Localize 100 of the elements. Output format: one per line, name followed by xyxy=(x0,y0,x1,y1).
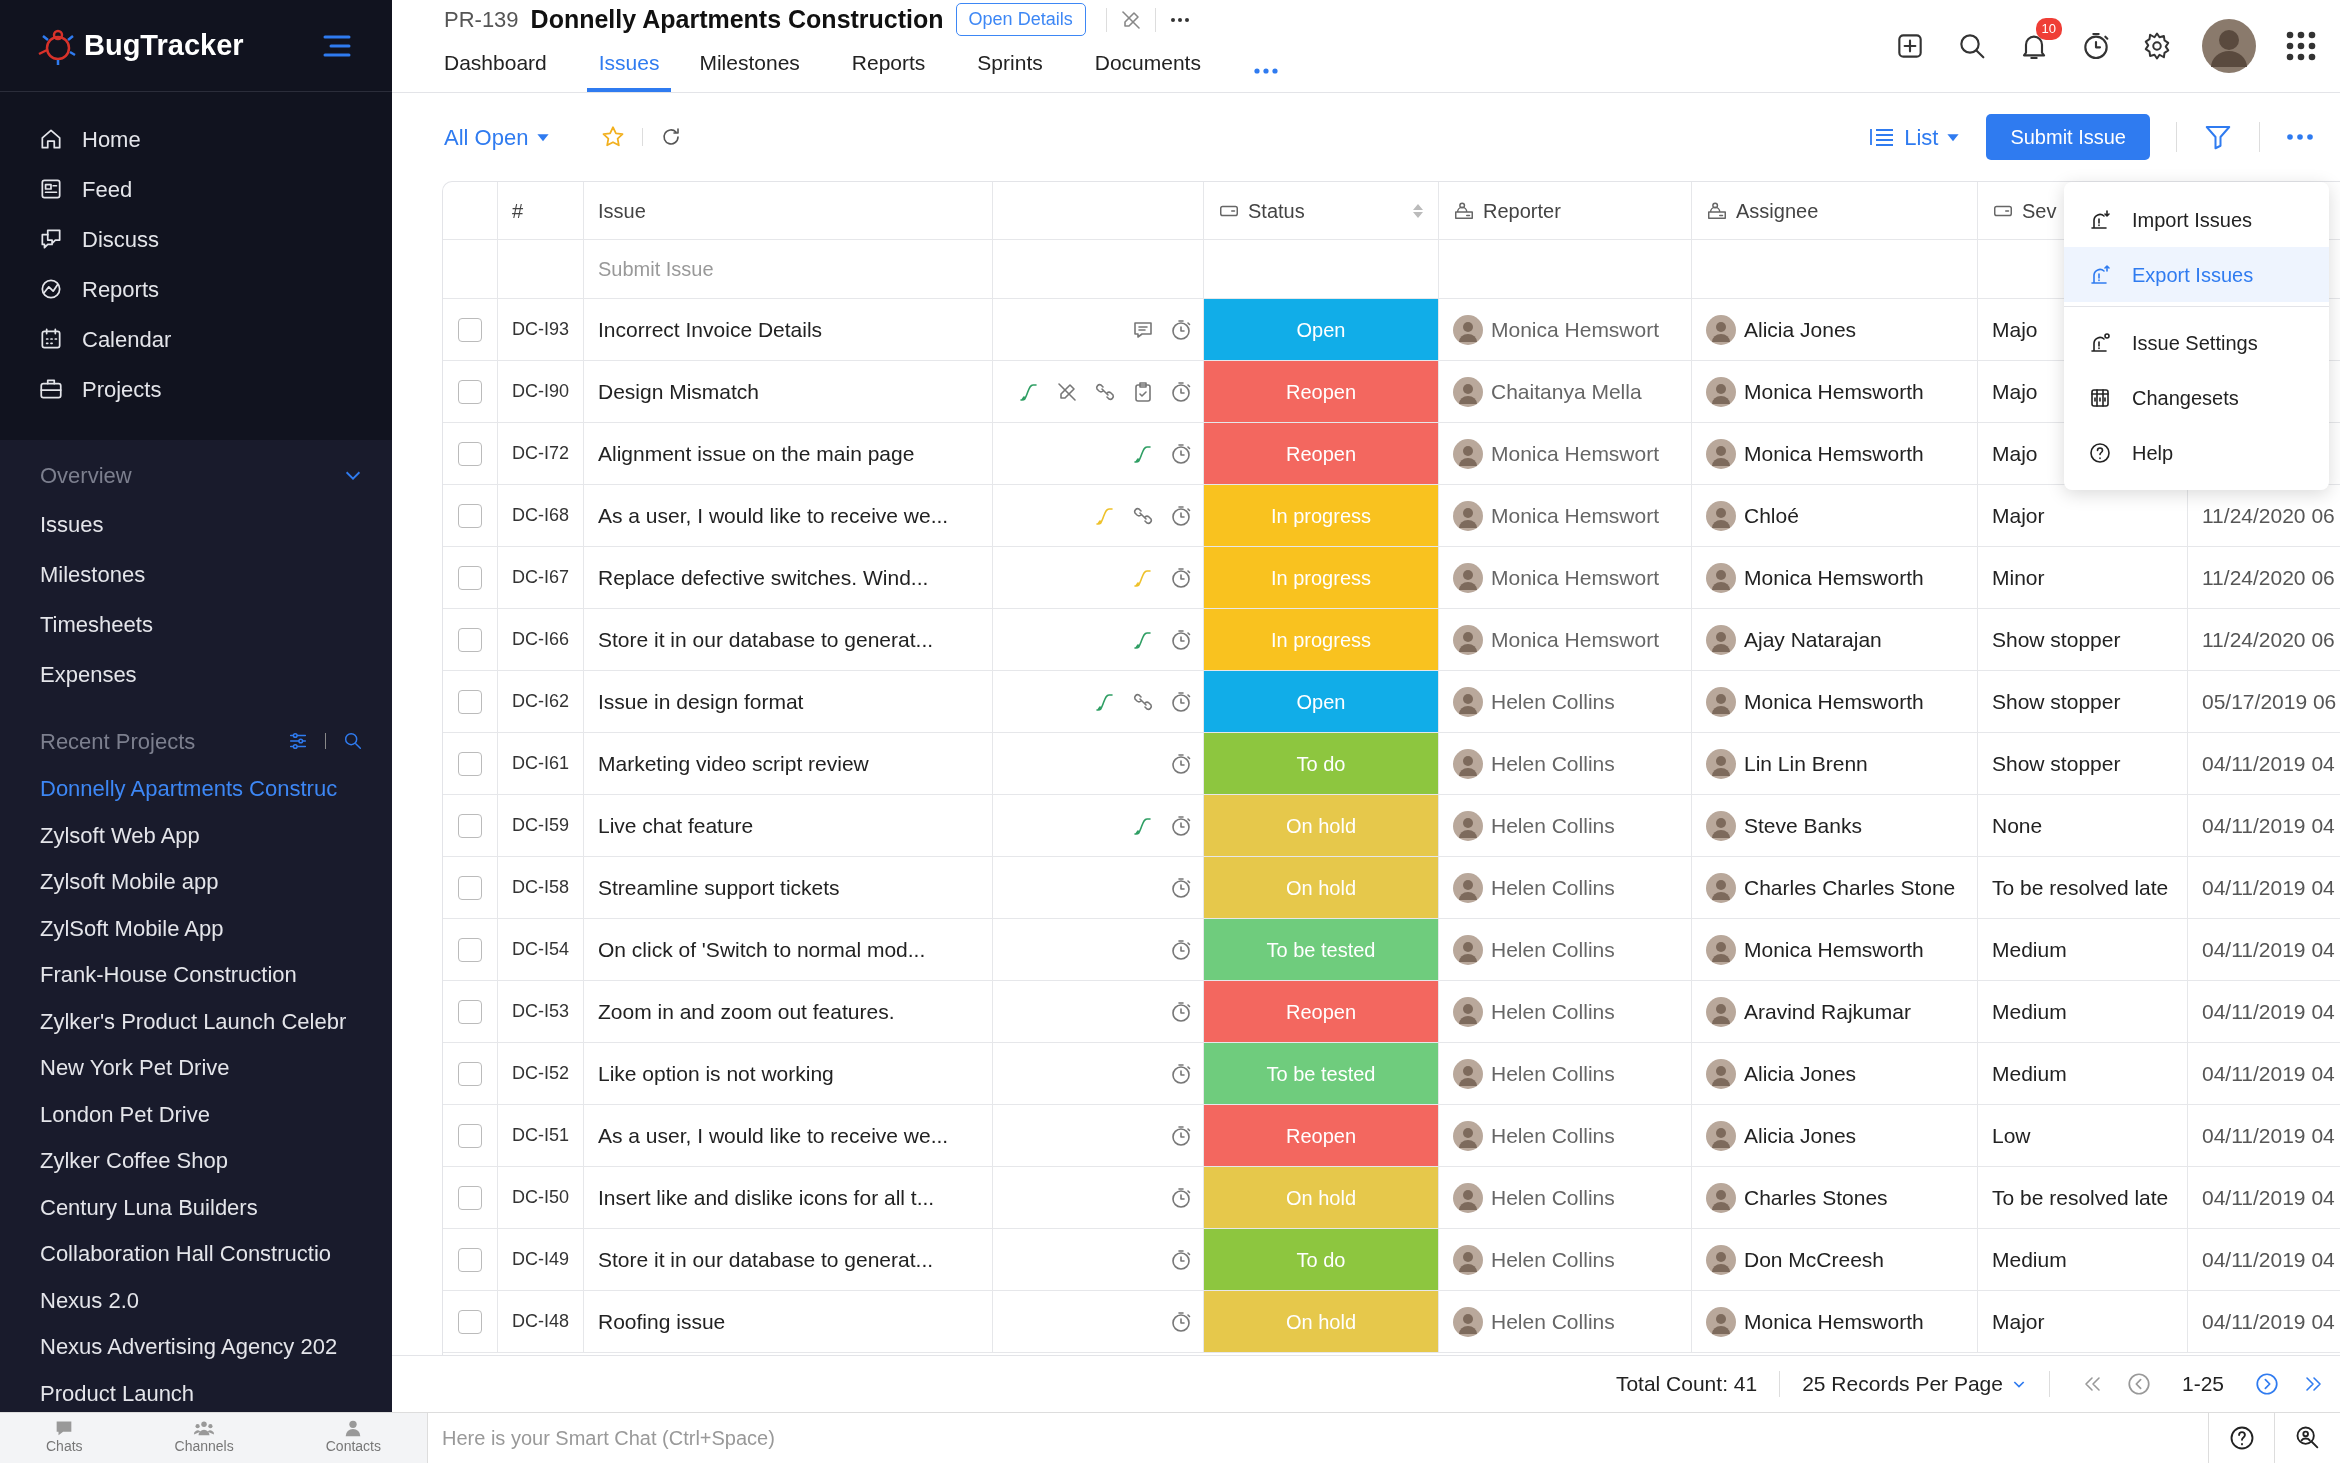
checkbox[interactable] xyxy=(458,627,482,652)
checkbox[interactable] xyxy=(458,503,482,528)
settings-icon[interactable] xyxy=(2142,31,2172,61)
checkbox[interactable] xyxy=(458,1247,482,1272)
date-text: 04/11/2019 04 xyxy=(2202,874,2335,901)
app-button[interactable]: Chats xyxy=(46,1413,83,1463)
app-button[interactable]: Channels xyxy=(174,1413,234,1463)
checkbox[interactable] xyxy=(458,751,482,776)
issue-title[interactable]: Replace defective switches. Wind... xyxy=(598,561,929,594)
issue-title[interactable]: Zoom in and zoom out features. xyxy=(598,995,895,1028)
notifications-button[interactable]: 10 xyxy=(2018,18,2062,62)
project-link[interactable]: Frank-House Construction xyxy=(40,962,297,987)
project-link[interactable]: Zylsoft Web App xyxy=(40,822,200,848)
submit-issue-button[interactable]: Submit Issue xyxy=(1986,114,2150,160)
project-link[interactable]: Zylker's Product Launch Celebr xyxy=(40,1008,347,1034)
checkbox[interactable] xyxy=(458,1309,482,1334)
issue-title[interactable]: Issue in design format xyxy=(598,685,804,718)
checkbox[interactable] xyxy=(458,379,482,404)
severity-text: Low xyxy=(1992,1122,2031,1149)
project-link[interactable]: New York Pet Drive xyxy=(40,1055,230,1080)
layout-dropdown[interactable]: List xyxy=(1868,120,1961,154)
checkbox[interactable] xyxy=(458,999,482,1024)
tab[interactable]: Dashboard xyxy=(444,46,569,92)
open-details-button[interactable]: Open Details xyxy=(955,3,1086,37)
tab[interactable]: Sprints xyxy=(977,46,1065,92)
project-link[interactable]: Product Launch xyxy=(40,1380,195,1406)
issue-title[interactable]: As a user, I would like to receive we... xyxy=(598,1119,949,1152)
nav-item[interactable]: Feed xyxy=(82,172,133,206)
project-link[interactable]: Century Luna Builders xyxy=(40,1194,258,1220)
issue-title[interactable]: Roofing issue xyxy=(598,1305,726,1338)
issue-title[interactable]: Alignment issue on the main page xyxy=(598,437,915,470)
nav-item[interactable]: Expenses xyxy=(0,650,392,700)
apps-grid-icon[interactable] xyxy=(2286,31,2316,61)
project-link[interactable]: Nexus 2.0 xyxy=(40,1287,140,1313)
issue-title[interactable]: Marketing video script review xyxy=(598,747,869,780)
tab[interactable]: Milestones xyxy=(699,46,822,92)
column-header[interactable]: Status xyxy=(1248,195,1305,226)
checkbox[interactable] xyxy=(458,813,482,838)
issue-id: DC-I67 xyxy=(512,566,569,589)
project-link[interactable]: London Pet Drive xyxy=(40,1101,210,1127)
notification-badge: 10 xyxy=(2035,18,2062,40)
issue-title[interactable]: As a user, I would like to receive we... xyxy=(598,499,949,532)
nav-item[interactable]: Discuss xyxy=(82,222,159,256)
project-link[interactable]: Collaboration Hall Constructio xyxy=(40,1241,332,1266)
avatar[interactable] xyxy=(2202,19,2256,73)
checkbox[interactable] xyxy=(458,441,482,466)
menu-item[interactable]: Export Issues xyxy=(2064,247,2329,302)
issue-title[interactable]: Store it in our database to generat... xyxy=(598,623,934,656)
menu-item[interactable]: Changesets xyxy=(2064,370,2329,425)
issue-title[interactable]: Incorrect Invoice Details xyxy=(598,313,823,346)
project-link[interactable]: Zylsoft Mobile app xyxy=(40,869,219,894)
project-link[interactable]: Zylker Coffee Shop xyxy=(40,1148,228,1173)
avatar xyxy=(1453,562,1483,593)
more-icon[interactable] xyxy=(2286,132,2314,142)
nav-item[interactable]: Reports xyxy=(82,272,160,306)
column-header[interactable]: # xyxy=(512,195,524,226)
page-size-dropdown[interactable]: 25 Records Per Page xyxy=(1802,1368,2027,1400)
checkbox[interactable] xyxy=(458,317,482,342)
menu-item[interactable]: Help xyxy=(2064,425,2329,480)
view-dropdown[interactable]: All Open xyxy=(444,120,551,154)
tab[interactable]: Issues xyxy=(586,46,672,92)
nav-item[interactable]: Milestones xyxy=(0,550,392,600)
issue-title[interactable]: On click of 'Switch to normal mod... xyxy=(598,933,926,966)
checkbox[interactable] xyxy=(458,565,482,590)
menu-icon[interactable] xyxy=(322,33,352,58)
project-link[interactable]: Donnelly Apartments Construc xyxy=(40,776,338,801)
issue-title[interactable]: Streamline support tickets xyxy=(598,871,840,904)
menu-item[interactable]: Import Issues xyxy=(2064,192,2329,247)
column-header[interactable]: Sev xyxy=(2022,195,2057,226)
person-name: Helen Collins xyxy=(1491,1308,1615,1335)
checkbox[interactable] xyxy=(458,1185,482,1210)
more-icon[interactable] xyxy=(1252,66,1279,76)
timer-icon xyxy=(1169,1185,1193,1210)
issue-title[interactable]: Live chat feature xyxy=(598,809,754,842)
nav-item[interactable]: Timesheets xyxy=(0,600,392,650)
column-header[interactable]: Reporter xyxy=(1483,195,1561,226)
project-link[interactable]: Nexus Advertising Agency 202 xyxy=(40,1334,338,1359)
nav-item[interactable]: Issues xyxy=(0,500,392,550)
issue-title[interactable]: Insert like and dislike icons for all t... xyxy=(598,1181,935,1214)
column-header[interactable]: Assignee xyxy=(1736,195,1819,226)
checkbox[interactable] xyxy=(458,937,482,962)
nav-item[interactable]: Home xyxy=(82,122,141,156)
nav-item[interactable]: Projects xyxy=(82,372,162,406)
timer-icon xyxy=(1169,751,1193,776)
checkbox[interactable] xyxy=(458,1123,482,1148)
checkbox[interactable] xyxy=(458,689,482,714)
checkbox[interactable] xyxy=(458,875,482,900)
checkbox[interactable] xyxy=(458,1061,482,1086)
column-header[interactable]: Issue xyxy=(598,195,646,226)
nav-item[interactable]: Calendar xyxy=(82,322,172,356)
project-link[interactable]: ZylSoft Mobile App xyxy=(40,915,224,941)
issue-title[interactable]: Design Mismatch xyxy=(598,375,760,408)
issue-title[interactable]: Like option is not working xyxy=(598,1057,834,1090)
issue-title[interactable]: Store it in our database to generat... xyxy=(598,1243,934,1276)
app-button[interactable]: Contacts xyxy=(325,1413,381,1463)
tab[interactable]: Documents xyxy=(1094,46,1223,92)
person-name: Monica Hemsworth xyxy=(1744,378,1924,405)
date-text: 04/11/2019 04 xyxy=(2202,1246,2335,1273)
tab[interactable]: Reports xyxy=(851,46,948,92)
menu-item[interactable]: Issue Settings xyxy=(2064,315,2329,370)
